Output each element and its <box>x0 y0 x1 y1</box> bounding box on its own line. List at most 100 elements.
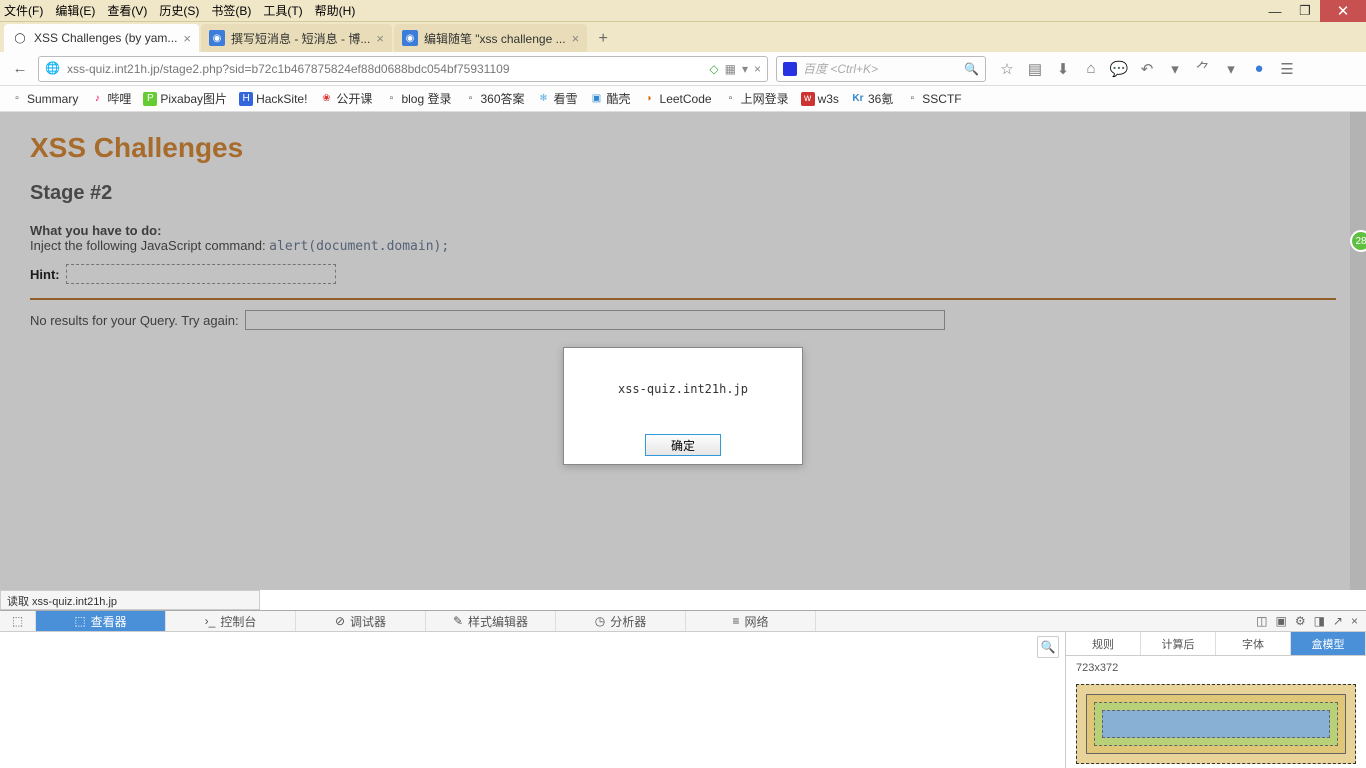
search-engine-icon[interactable] <box>783 62 797 76</box>
devtools-side-tabs: 规则 计算后 字体 盒模型 <box>1066 632 1366 656</box>
side-tab-boxmodel[interactable]: 盒模型 <box>1291 632 1366 655</box>
bookmark-icon: w <box>801 92 815 106</box>
devtools-close-icon[interactable]: × <box>1351 614 1358 628</box>
bookmark-item[interactable]: Kr36氪 <box>847 88 897 109</box>
chat-icon[interactable]: 💬 <box>1106 56 1132 82</box>
menu-view[interactable]: 查看(V) <box>107 2 147 19</box>
bookmark-item[interactable]: ▫blog 登录 <box>380 88 455 109</box>
favicon-icon: ◯ <box>12 30 28 46</box>
url-text: xss-quiz.int21h.jp/stage2.php?sid=b72c1b… <box>67 62 709 76</box>
bookmark-item[interactable]: PPixabay图片 <box>139 88 231 109</box>
devtools-tab-inspector[interactable]: ⬚查看器 <box>36 611 166 631</box>
extension-badge[interactable]: 28 <box>1350 230 1366 252</box>
home-icon[interactable]: ⌂ <box>1078 56 1104 82</box>
devtools-tab-network[interactable]: ≡网络 <box>686 611 816 631</box>
nav-bar: ← 🌐 xss-quiz.int21h.jp/stage2.php?sid=b7… <box>0 52 1366 86</box>
minimize-button[interactable]: — <box>1260 0 1290 22</box>
menu-tools[interactable]: 工具(T) <box>263 2 302 19</box>
hamburger-icon[interactable]: ☰ <box>1274 56 1300 82</box>
chevron-down-icon[interactable]: ▾ <box>1162 56 1188 82</box>
tab-close-icon[interactable]: × <box>376 31 384 46</box>
box-model-diagram[interactable] <box>1076 684 1356 764</box>
maximize-button[interactable]: ❐ <box>1290 0 1320 22</box>
devtools-tab-profiler[interactable]: ◷分析器 <box>556 611 686 631</box>
bookmark-item[interactable]: ◗LeetCode <box>639 90 716 108</box>
browser-tab[interactable]: ◉ 编辑随笔 "xss challenge ... × <box>394 24 587 52</box>
alert-message: xss-quiz.int21h.jp <box>564 348 802 426</box>
undo-icon[interactable]: ↶ <box>1134 56 1160 82</box>
close-button[interactable]: ✕ <box>1320 0 1366 22</box>
favicon-icon: ◉ <box>209 30 225 46</box>
gear-icon[interactable]: ⚙ <box>1295 614 1306 628</box>
globe-icon[interactable]: ● <box>1246 56 1272 82</box>
dock-icon[interactable]: ◨ <box>1314 614 1325 628</box>
devtools-tab-console[interactable]: ›_控制台 <box>166 611 296 631</box>
bookmark-icon: ▫ <box>384 92 398 106</box>
side-tab-computed[interactable]: 计算后 <box>1141 632 1216 655</box>
frame-icon[interactable]: ▣ <box>1275 614 1286 628</box>
devtools-toolbar-icons: ◫ ▣ ⚙ ◨ ↗ × <box>1248 611 1366 631</box>
bookmark-item[interactable]: ❄看雪 <box>533 88 582 109</box>
bookmark-icon: P <box>143 92 157 106</box>
tab-title: XSS Challenges (by yam... <box>34 31 177 45</box>
devtools-tab-debugger[interactable]: ⊘调试器 <box>296 611 426 631</box>
tab-title: 编辑随笔 "xss challenge ... <box>424 30 566 47</box>
menu-bookmarks[interactable]: 书签(B) <box>211 2 251 19</box>
bookmark-icon: ❀ <box>319 92 333 106</box>
tab-close-icon[interactable]: × <box>572 31 580 46</box>
menu-help[interactable]: 帮助(H) <box>315 2 356 19</box>
bookmark-item[interactable]: ww3s <box>797 90 843 108</box>
bookmark-icon: ▫ <box>10 92 24 106</box>
new-tab-button[interactable]: + <box>589 26 617 52</box>
toolbar-icons: ☆ ▤ ⬇ ⌂ 💬 ↶ ▾ ⺈ ▾ ● ☰ <box>994 56 1300 82</box>
bookmark-item[interactable]: ▫上网登录 <box>720 88 793 109</box>
shield-icon[interactable]: ◇ <box>709 62 718 76</box>
devtools-search-icon[interactable]: 🔍 <box>1037 636 1059 658</box>
crop-icon[interactable]: ⺈ <box>1190 56 1216 82</box>
qr-icon[interactable]: ▦ <box>725 62 736 76</box>
back-button[interactable]: ← <box>6 55 34 83</box>
url-bar[interactable]: 🌐 xss-quiz.int21h.jp/stage2.php?sid=b72c… <box>38 56 768 82</box>
network-icon: ≡ <box>732 614 739 628</box>
bookmark-item[interactable]: ▫360答案 <box>459 88 528 109</box>
devtools-panel: ⬚ ⬚查看器 ›_控制台 ⊘调试器 ✎样式编辑器 ◷分析器 ≡网络 ◫ ▣ ⚙ … <box>0 610 1366 768</box>
content-area: XSS Challenges Stage #2 What you have to… <box>0 112 1366 590</box>
menu-history[interactable]: 历史(S) <box>159 2 199 19</box>
alert-ok-button[interactable]: 确定 <box>645 434 721 456</box>
dropdown-icon[interactable]: ▾ <box>742 62 748 76</box>
search-placeholder: 百度 <Ctrl+K> <box>803 60 964 77</box>
devtools-tab-style[interactable]: ✎样式编辑器 <box>426 611 556 631</box>
bookmark-item[interactable]: HHackSite! <box>235 90 311 108</box>
box-content <box>1102 710 1330 738</box>
search-bar[interactable]: 百度 <Ctrl+K> 🔍 <box>776 56 986 82</box>
clear-icon[interactable]: × <box>754 62 761 76</box>
search-icon[interactable]: 🔍 <box>964 62 979 76</box>
bookmark-item[interactable]: ▣酷壳 <box>586 88 635 109</box>
devtools-body: 🔍 规则 计算后 字体 盒模型 723x372 <box>0 632 1366 768</box>
bookmark-item[interactable]: ▫SSCTF <box>901 90 965 108</box>
devtools-main[interactable]: 🔍 <box>0 632 1066 768</box>
star-icon[interactable]: ☆ <box>994 56 1020 82</box>
tab-close-icon[interactable]: × <box>183 31 191 46</box>
bookmarks-bar: ▫Summary ♪哔哩 PPixabay图片 HHackSite! ❀公开课 … <box>0 86 1366 112</box>
side-tab-rules[interactable]: 规则 <box>1066 632 1141 655</box>
profiler-icon: ◷ <box>595 614 605 628</box>
menu-edit[interactable]: 编辑(E) <box>55 2 95 19</box>
globe-icon: 🌐 <box>45 61 61 77</box>
bookmark-item[interactable]: ♪哔哩 <box>86 88 135 109</box>
download-icon[interactable]: ⬇ <box>1050 56 1076 82</box>
browser-tab[interactable]: ◯ XSS Challenges (by yam... × <box>4 24 199 52</box>
side-tab-fonts[interactable]: 字体 <box>1216 632 1291 655</box>
chevron-down-icon[interactable]: ▾ <box>1218 56 1244 82</box>
library-icon[interactable]: ▤ <box>1022 56 1048 82</box>
popout-icon[interactable]: ↗ <box>1333 614 1343 628</box>
split-icon[interactable]: ◫ <box>1256 614 1267 628</box>
bookmark-item[interactable]: ▫Summary <box>6 90 82 108</box>
bookmark-item[interactable]: ❀公开课 <box>315 88 376 109</box>
box-dimensions: 723x372 <box>1066 656 1366 680</box>
menu-file[interactable]: 文件(F) <box>4 2 43 19</box>
console-icon: ›_ <box>205 614 216 628</box>
window-controls: — ❐ ✕ <box>1260 0 1366 22</box>
browser-tab[interactable]: ◉ 撰写短消息 - 短消息 - 博... × <box>201 24 392 52</box>
element-picker-icon[interactable]: ⬚ <box>0 611 36 631</box>
